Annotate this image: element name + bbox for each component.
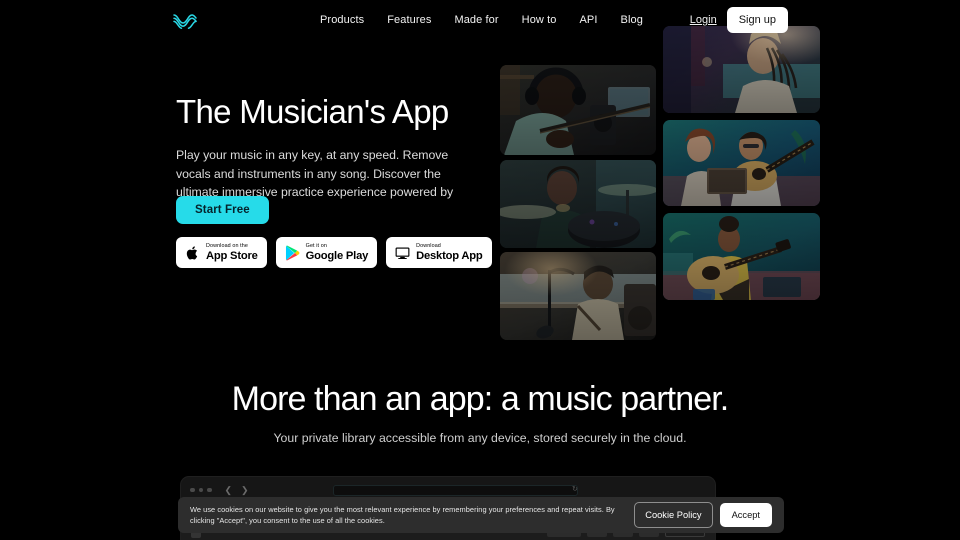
- page-title: The Musician's App: [176, 93, 449, 130]
- hero-image-collage: [0, 0, 960, 360]
- nav-links: Products Features Made for How to API Bl…: [320, 12, 643, 28]
- cookie-actions: Cookie Policy Accept: [634, 502, 772, 528]
- app-store-badges: Download on the App Store Get it on Goog…: [176, 237, 492, 268]
- nav-item-how-to[interactable]: How to: [522, 12, 557, 28]
- singer-at-microphone-photo: [500, 252, 656, 340]
- login-link[interactable]: Login: [688, 8, 719, 32]
- bassist-in-studio-photo: [500, 65, 656, 155]
- top-navigation-bar: Products Features Made for How to API Bl…: [0, 0, 960, 40]
- cookie-message: We use cookies on our website to give yo…: [190, 505, 615, 525]
- start-free-button[interactable]: Start Free: [176, 196, 269, 224]
- duo-with-guitar-photo: [663, 120, 820, 206]
- google-play-badge-small: Get it on: [305, 242, 327, 249]
- desktop-app-badge-small: Download: [416, 242, 441, 249]
- google-play-badge-big: Google Play: [305, 249, 369, 262]
- apple-icon: [186, 245, 198, 260]
- minimize-dot-icon[interactable]: [198, 487, 203, 493]
- nav-item-api[interactable]: API: [580, 12, 598, 28]
- maximize-dot-icon[interactable]: [207, 487, 212, 493]
- nav-item-products[interactable]: Products: [320, 12, 364, 28]
- desktop-app-badge-big: Desktop App: [416, 249, 483, 262]
- cookie-policy-button[interactable]: Cookie Policy: [634, 502, 713, 528]
- chevron-left-icon[interactable]: ❮: [225, 485, 233, 495]
- desktop-app-badge[interactable]: Download Desktop App: [386, 237, 492, 268]
- cookie-consent-banner: We use cookies on our website to give yo…: [178, 497, 784, 533]
- traffic-light-dots: [190, 487, 212, 493]
- reload-icon[interactable]: ↻: [572, 486, 578, 494]
- chevron-right-icon[interactable]: ❯: [241, 485, 249, 495]
- cookie-accept-button[interactable]: Accept: [719, 503, 772, 527]
- signup-button[interactable]: Sign up: [726, 7, 788, 33]
- section-title: More than an app: a music partner.: [231, 380, 730, 418]
- google-play-badge[interactable]: Get it on Google Play: [275, 237, 378, 268]
- app-store-badge-small: Download on the: [206, 242, 248, 249]
- browser-url-bar[interactable]: [333, 485, 578, 496]
- drummer-at-kit-photo: [500, 160, 656, 248]
- nav-item-blog[interactable]: Blog: [621, 12, 643, 28]
- woman-playing-acoustic-guitar-photo: [663, 213, 820, 300]
- desktop-monitor-icon: [395, 247, 410, 259]
- app-store-badge-big: App Store: [206, 249, 258, 262]
- nav-item-features[interactable]: Features: [387, 12, 431, 28]
- landing-page: Products Features Made for How to API Bl…: [0, 0, 960, 540]
- wave-logo-icon[interactable]: [173, 11, 197, 29]
- section-music-partner: More than an app: a music partner. Your …: [0, 376, 960, 447]
- app-store-badge[interactable]: Download on the App Store: [176, 237, 267, 268]
- nav-account-actions: Login Sign up: [688, 7, 788, 33]
- nav-item-made-for[interactable]: Made for: [454, 12, 498, 28]
- browser-nav-arrows: ❮ ❯: [225, 485, 249, 495]
- google-play-icon: [285, 245, 300, 260]
- close-dot-icon[interactable]: [190, 487, 195, 493]
- section-subtitle: Your private library accessible from any…: [273, 431, 687, 445]
